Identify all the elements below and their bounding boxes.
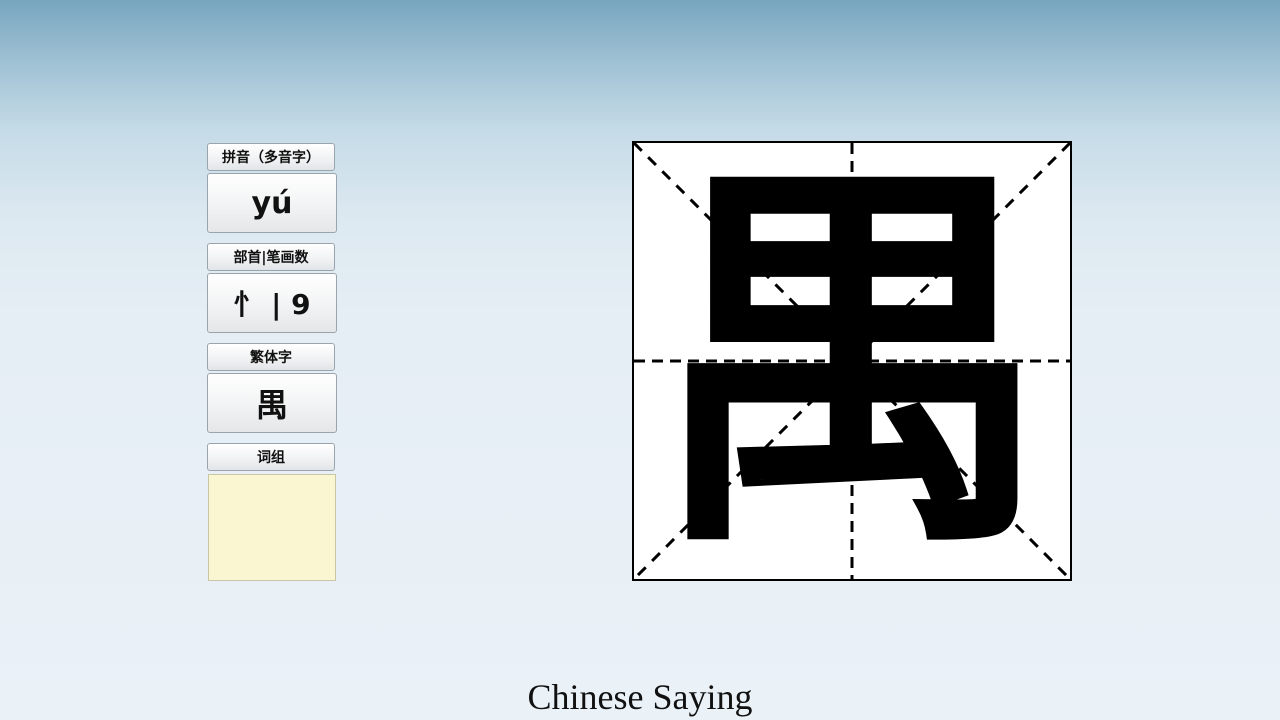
traditional-value: 禺 [207,373,337,433]
character-grid: 禺 [632,141,1072,581]
words-box [208,474,336,581]
pinyin-value: yú [207,173,337,233]
pinyin-label-button[interactable]: 拼音（多音字） [207,143,335,171]
big-character: 禺 [652,141,1052,581]
radical-strokes-label-button[interactable]: 部首|笔画数 [207,243,335,271]
traditional-label-button[interactable]: 繁体字 [207,343,335,371]
words-label-button[interactable]: 词组 [207,443,335,471]
caption: Chinese Saying [527,677,753,717]
radical-strokes-value: 忄 | 9 [207,273,337,333]
